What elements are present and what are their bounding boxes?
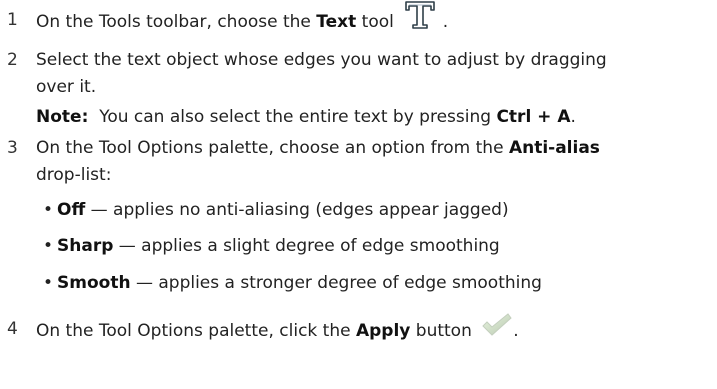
bullet-item: • Off — applies no anti-aliasing (edges a… bbox=[43, 199, 509, 221]
note-label: Note: bbox=[36, 107, 89, 127]
step-text: On the Tool Options palette, choose an o… bbox=[36, 137, 600, 159]
step-text-part: On the Tool Options palette, choose an o… bbox=[36, 138, 509, 158]
shortcut-key: Ctrl + A bbox=[496, 107, 571, 127]
step-text-period: . bbox=[513, 321, 519, 341]
step-number: 3 bbox=[7, 138, 18, 158]
step-text: Select the text object whose edges you w… bbox=[36, 50, 607, 70]
apply-button-name: Apply bbox=[355, 321, 411, 341]
step-text: drop-list: bbox=[36, 165, 112, 185]
step-text: On the Tools toolbar, choose the Text to… bbox=[36, 1, 449, 35]
step-text: over it. bbox=[36, 77, 97, 97]
step-text-part: On the Tool Options palette, click the bbox=[36, 321, 356, 341]
step-text-period: . bbox=[442, 12, 449, 32]
step-text-part: tool bbox=[356, 12, 394, 32]
step-text-part: On the Tools toolbar, choose the bbox=[36, 12, 317, 32]
text-tool-icon bbox=[403, 0, 437, 35]
step-text-part: button bbox=[410, 321, 472, 341]
option-description: — applies a slight degree of edge smooth… bbox=[113, 236, 500, 256]
step-number: 2 bbox=[7, 50, 18, 70]
bullet-icon: • bbox=[43, 200, 54, 220]
apply-checkmark-icon bbox=[481, 312, 513, 344]
bullet-item: • Sharp — applies a slight degree of edge… bbox=[43, 235, 500, 257]
step-text: On the Tool Options palette, click the A… bbox=[36, 313, 519, 344]
bullet-item: • Smooth — applies a stronger degree of e… bbox=[43, 272, 542, 294]
option-name: Off bbox=[57, 200, 86, 220]
step-number: 1 bbox=[7, 10, 18, 30]
text-tool-name: Text bbox=[316, 12, 357, 32]
note: Note: You can also select the entire tex… bbox=[36, 106, 576, 128]
bullet-icon: • bbox=[43, 273, 54, 293]
option-name: Smooth bbox=[57, 273, 131, 293]
note-text: You can also select the entire text by p… bbox=[99, 107, 497, 127]
option-description: — applies no anti-aliasing (edges appear… bbox=[85, 200, 509, 220]
option-description: — applies a stronger degree of edge smoo… bbox=[130, 273, 542, 293]
step-number: 4 bbox=[7, 319, 18, 339]
bullet-icon: • bbox=[43, 236, 54, 256]
option-name: Sharp bbox=[57, 236, 114, 256]
note-text: . bbox=[570, 107, 576, 127]
anti-alias-name: Anti-alias bbox=[508, 138, 600, 158]
